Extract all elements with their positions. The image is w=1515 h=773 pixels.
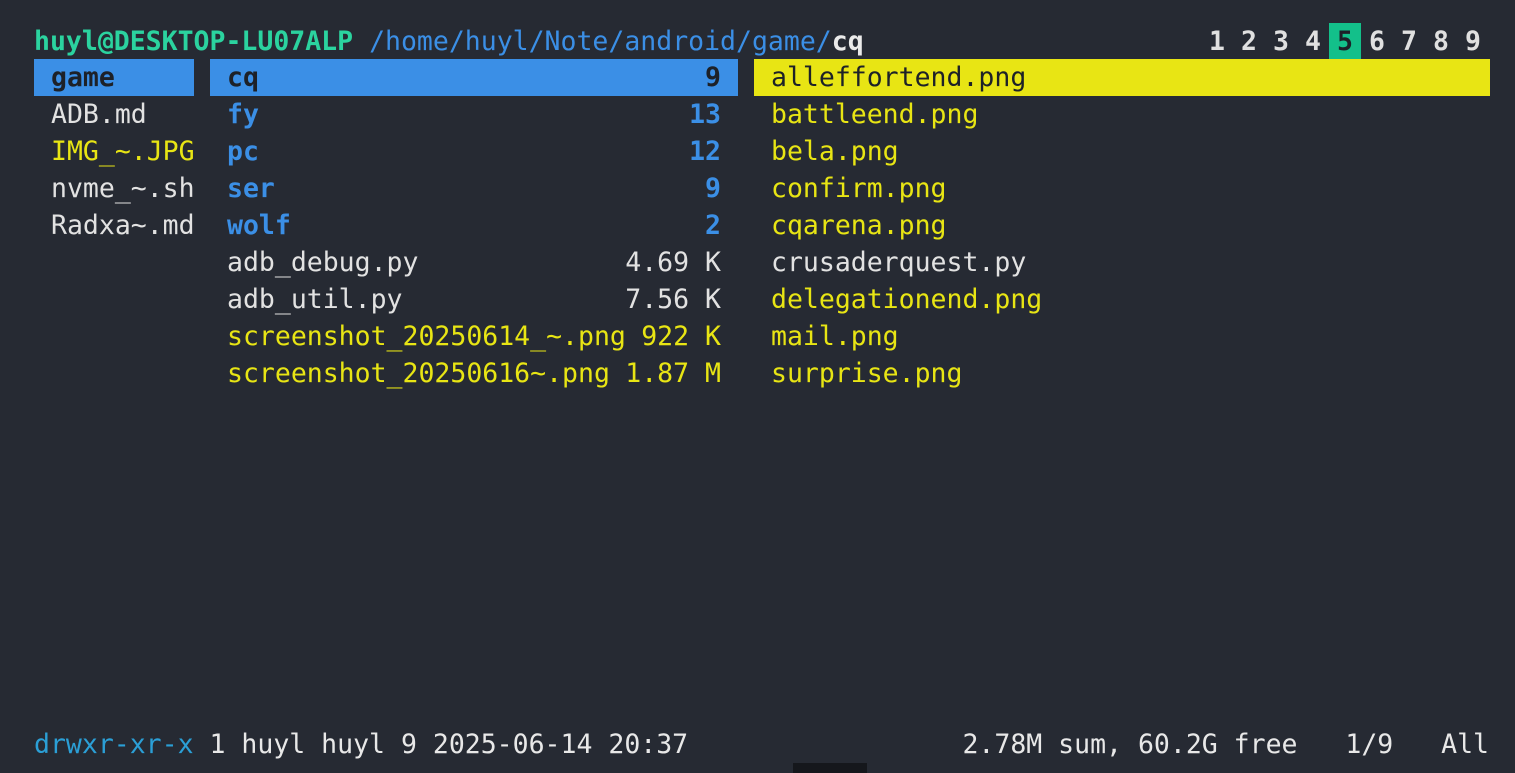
tab-2[interactable]: 2 [1233, 23, 1265, 60]
tab-9[interactable]: 9 [1457, 23, 1489, 60]
current-item-size: 7.56 K [625, 284, 721, 315]
current-item-name: fy [227, 99, 259, 130]
current-item[interactable]: pc 12 [210, 133, 738, 170]
current-item-name: wolf [227, 210, 291, 241]
preview-item[interactable]: surprise.png [754, 355, 1490, 392]
tab-bar: 123456789 [1201, 23, 1489, 60]
tab-5[interactable]: 5 [1329, 23, 1361, 60]
preview-column: alleffortend.png battleend.png bela.png con… [754, 59, 1490, 392]
parent-item[interactable]: ADB.md [34, 96, 194, 133]
current-item-name: pc [227, 136, 259, 167]
title-bar: huyl@DESKTOP-LU07ALP /home/huyl/Note/and… [34, 23, 1489, 60]
preview-item[interactable]: alleffortend.png [754, 59, 1490, 96]
preview-item[interactable]: delegationend.png [754, 281, 1490, 318]
parent-column: game ADB.md IMG_~.JPG nvme_~.sh Radxa~.md [34, 59, 195, 244]
preview-item-name: bela.png [771, 136, 899, 167]
current-item-name: ser [227, 173, 275, 204]
current-item-size: 1.87 M [625, 358, 721, 389]
scroll-indicator: All [1441, 729, 1489, 760]
parent-item-name: game [51, 62, 115, 93]
current-item-size: 2 [705, 210, 721, 241]
current-item-name: cq [227, 62, 259, 93]
status-bar: drwxr-xr-x 1 huyl huyl 9 2025-06-14 20:3… [34, 726, 1489, 763]
file-info: drwxr-xr-x 1 huyl huyl 9 2025-06-14 20:3… [34, 726, 688, 763]
current-item-size: 13 [689, 99, 721, 130]
preview-item-name: delegationend.png [771, 284, 1043, 315]
preview-item-name: battleend.png [771, 99, 979, 130]
parent-item-name: ADB.md [51, 99, 147, 130]
parent-item-name: IMG_~.JPG [51, 136, 195, 167]
tab-7[interactable]: 7 [1393, 23, 1425, 60]
current-item[interactable]: fy 13 [210, 96, 738, 133]
preview-item-name: alleffortend.png [771, 62, 1027, 93]
current-item-size: 4.69 K [625, 247, 721, 278]
position-indicator: 1/9 [1345, 729, 1394, 760]
tab-3[interactable]: 3 [1265, 23, 1297, 60]
tab-8[interactable]: 8 [1425, 23, 1457, 60]
current-item-size: 9 [705, 62, 721, 93]
current-item-name: adb_util.py [227, 284, 403, 315]
host-label: huyl@DESKTOP-LU07ALP [34, 26, 354, 57]
parent-item-name: nvme_~.sh [51, 173, 195, 204]
disk-summary: 2.78M sum, 60.2G free [962, 729, 1298, 760]
preview-item-name: cqarena.png [771, 210, 947, 241]
current-item-size: 12 [689, 136, 721, 167]
preview-item[interactable]: mail.png [754, 318, 1490, 355]
parent-item[interactable]: Radxa~.md [34, 207, 195, 244]
current-item[interactable]: screenshot_20250614_~.png 922 K [210, 318, 738, 355]
tab-6[interactable]: 6 [1361, 23, 1393, 60]
path-label: /home/huyl/Note/android/game/ [369, 26, 832, 57]
preview-item-name: surprise.png [771, 358, 963, 389]
cwd-label: cq [831, 26, 864, 57]
preview-item[interactable]: bela.png [754, 133, 1490, 170]
preview-item[interactable]: confirm.png [754, 170, 1490, 207]
preview-item-name: crusaderquest.py [771, 247, 1027, 278]
current-column: cq 9 fy 13 pc 12 ser 9 wolf 2 adb_debug.py 4.69 Kad… [210, 59, 738, 392]
current-item-size: 922 K [641, 321, 721, 352]
current-item-name: adb_debug.py [227, 247, 419, 278]
current-item[interactable]: wolf 2 [210, 207, 738, 244]
current-item[interactable]: screenshot_20250616~.png 1.87 M [210, 355, 738, 392]
tab-1[interactable]: 1 [1201, 23, 1233, 60]
title-path: huyl@DESKTOP-LU07ALP /home/huyl/Note/and… [34, 23, 864, 60]
current-item[interactable]: adb_util.py 7.56 K [210, 281, 738, 318]
status-right: 2.78M sum, 60.2G free 1/9 All [962, 726, 1489, 763]
scrollbar-thumb[interactable] [793, 763, 867, 773]
current-item-size: 9 [705, 173, 721, 204]
current-item[interactable]: ser 9 [210, 170, 738, 207]
parent-item[interactable]: IMG_~.JPG [34, 133, 195, 170]
parent-item[interactable]: game [34, 59, 194, 96]
preview-item-name: mail.png [771, 321, 899, 352]
parent-item-name: Radxa~.md [51, 210, 195, 241]
current-item[interactable]: cq 9 [210, 59, 738, 96]
preview-item-name: confirm.png [771, 173, 947, 204]
permissions: drwxr-xr-x [34, 729, 194, 760]
preview-item[interactable]: battleend.png [754, 96, 1490, 133]
file-meta: 1 huyl huyl 9 2025-06-14 20:37 [193, 729, 689, 760]
current-item[interactable]: adb_debug.py 4.69 K [210, 244, 738, 281]
preview-item[interactable]: cqarena.png [754, 207, 1490, 244]
parent-item[interactable]: nvme_~.sh [34, 170, 195, 207]
tab-4[interactable]: 4 [1297, 23, 1329, 60]
current-item-name: screenshot_20250614_~.png [227, 321, 626, 352]
preview-item[interactable]: crusaderquest.py [754, 244, 1490, 281]
current-item-name: screenshot_20250616~.png [227, 358, 610, 389]
